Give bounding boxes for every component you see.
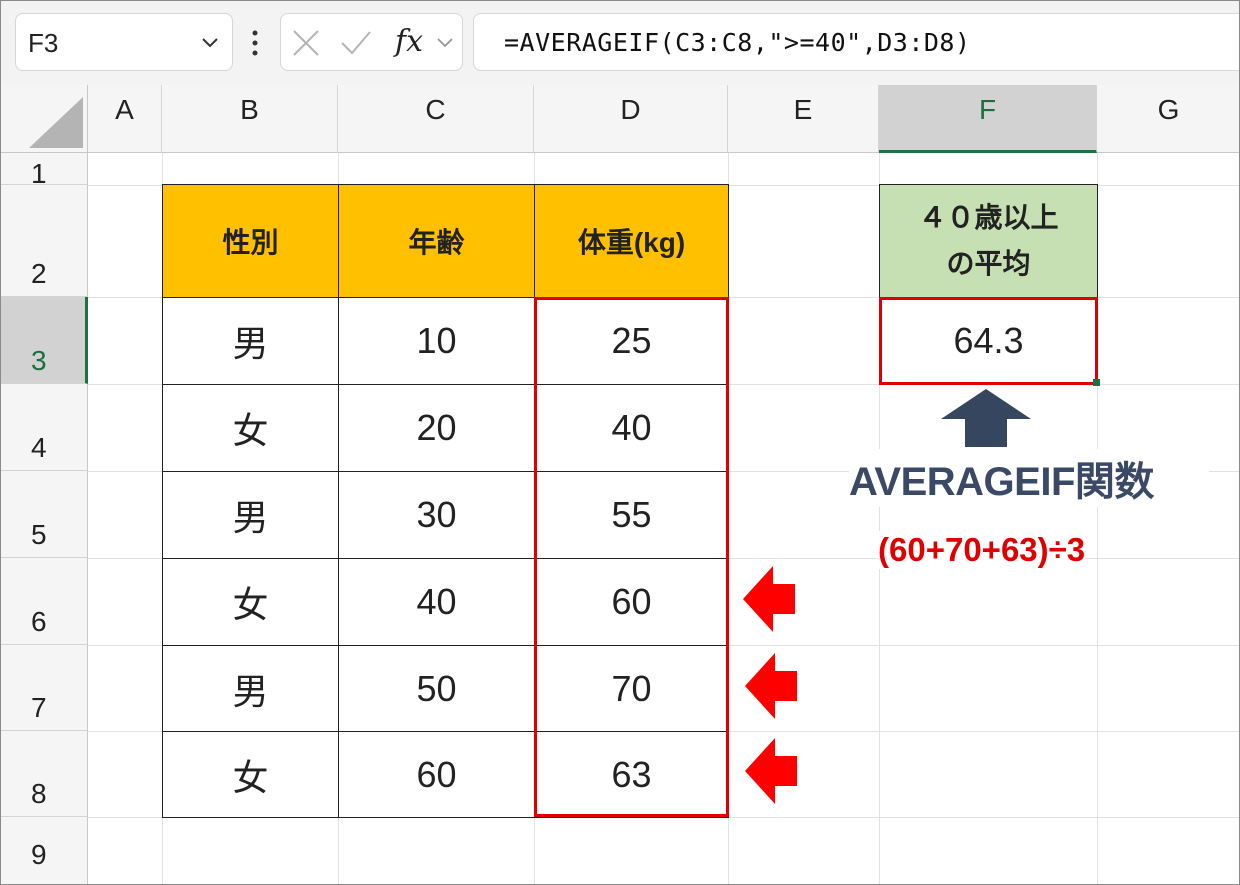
cell-b3[interactable]: 男 — [162, 297, 339, 385]
calculation-label: (60+70+63)÷3 — [878, 531, 1086, 569]
arrow-left-icon — [743, 566, 795, 632]
more-vertical-icon[interactable] — [249, 27, 261, 59]
column-header-d[interactable]: D — [534, 85, 728, 153]
weight-range-highlight — [534, 297, 729, 817]
formula-text: =AVERAGEIF(C3:C8,">=40",D3:D8) — [504, 28, 971, 57]
row-header-2[interactable]: 2 — [1, 185, 88, 297]
result-header-line1: ４０歳以上 — [918, 202, 1059, 233]
column-header-g[interactable]: G — [1097, 85, 1239, 153]
cell-b5[interactable]: 男 — [162, 471, 339, 559]
formula-input[interactable]: =AVERAGEIF(C3:C8,">=40",D3:D8) — [473, 13, 1239, 71]
excel-window: F3 fx =AVERAGEIF(C3:C8,">=40",D3:D8) A B… — [0, 0, 1240, 885]
column-header-c[interactable]: C — [338, 85, 534, 153]
result-header-cell[interactable]: ４０歳以上 の平均 — [879, 184, 1098, 298]
row-header-4[interactable]: 4 — [1, 384, 88, 471]
result-cell-f3[interactable]: 64.3 — [879, 297, 1098, 385]
cancel-icon[interactable] — [291, 28, 321, 58]
cell-c5[interactable]: 30 — [338, 471, 535, 559]
header-cell-age[interactable]: 年齢 — [338, 184, 535, 298]
row-header-6[interactable]: 6 — [1, 558, 88, 645]
cell-b4[interactable]: 女 — [162, 384, 339, 472]
cell-b7[interactable]: 男 — [162, 645, 339, 732]
row-header-1[interactable]: 1 — [1, 153, 88, 189]
select-all-button[interactable] — [1, 85, 88, 153]
fill-handle[interactable] — [1093, 379, 1100, 386]
row-header-3[interactable]: 3 — [1, 297, 88, 384]
function-label: AVERAGEIF関数 — [849, 449, 1209, 507]
cell-c3[interactable]: 10 — [338, 297, 535, 385]
cell-c4[interactable]: 20 — [338, 384, 535, 472]
column-header-f[interactable]: F — [879, 85, 1097, 153]
name-box-value: F3 — [28, 28, 59, 58]
chevron-down-icon[interactable] — [436, 36, 454, 50]
arrow-up-icon — [941, 389, 1031, 447]
cell-c7[interactable]: 50 — [338, 645, 535, 732]
cell-b8[interactable]: 女 — [162, 731, 339, 818]
result-header-line2: の平均 — [946, 248, 1031, 279]
header-cell-gender[interactable]: 性別 — [162, 184, 339, 298]
row-header-9[interactable]: 9 — [1, 817, 88, 884]
cell-b6[interactable]: 女 — [162, 558, 339, 646]
arrow-left-icon — [745, 738, 797, 804]
cell-c6[interactable]: 40 — [338, 558, 535, 646]
cell-c8[interactable]: 60 — [338, 731, 535, 818]
enter-icon[interactable] — [339, 28, 373, 58]
formula-bar: F3 fx =AVERAGEIF(C3:C8,">=40",D3:D8) — [1, 1, 1239, 85]
select-all-triangle-icon — [29, 97, 83, 148]
row-header-7[interactable]: 7 — [1, 645, 88, 731]
row-header-5[interactable]: 5 — [1, 471, 88, 558]
column-header-e[interactable]: E — [728, 85, 879, 153]
column-header-b[interactable]: B — [162, 85, 338, 153]
column-header-a[interactable]: A — [88, 85, 162, 153]
formula-buttons: fx — [280, 13, 463, 71]
arrow-left-icon — [745, 653, 797, 719]
chevron-down-icon[interactable] — [200, 32, 220, 52]
row-header-8[interactable]: 8 — [1, 731, 88, 817]
header-cell-weight[interactable]: 体重(kg) — [534, 184, 729, 298]
function-icon[interactable]: fx — [395, 24, 423, 59]
name-box[interactable]: F3 — [15, 13, 233, 71]
